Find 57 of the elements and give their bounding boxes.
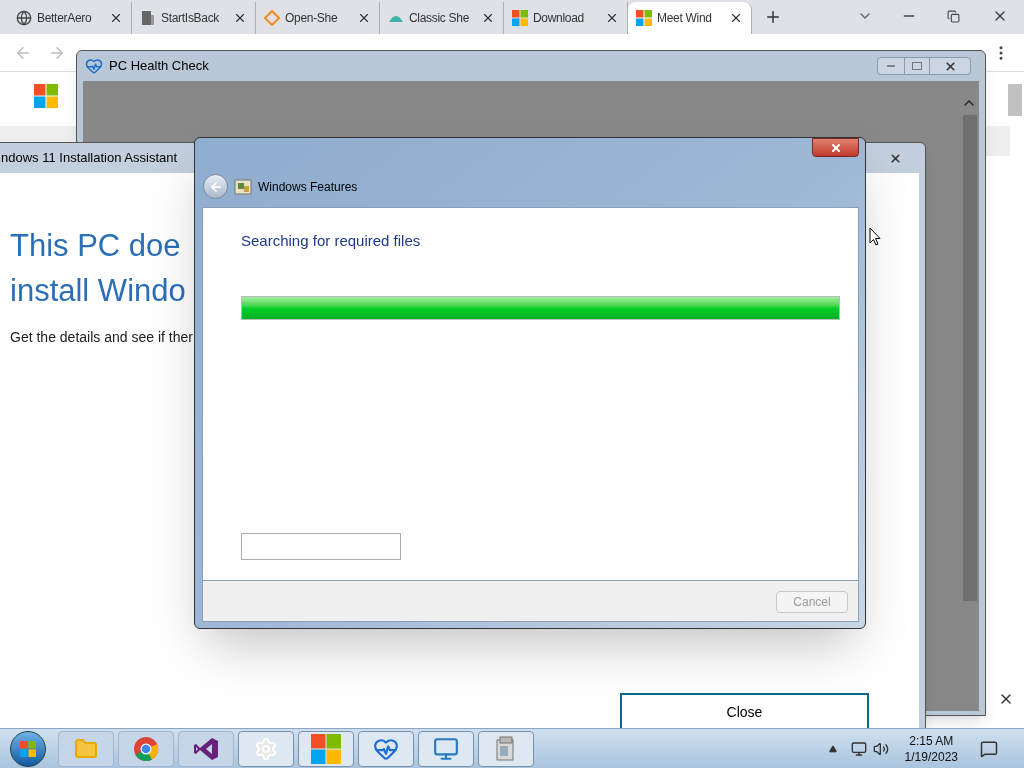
close-icon[interactable]: [357, 11, 371, 25]
close-icon[interactable]: [605, 11, 619, 25]
settings-icon: [254, 736, 278, 761]
close-icon[interactable]: [481, 11, 495, 25]
tab-title: Open-She: [285, 10, 338, 27]
restore-icon[interactable]: [947, 10, 960, 23]
network-icon[interactable]: [850, 740, 867, 757]
close-icon[interactable]: [729, 11, 743, 25]
windows-logo-icon: [512, 10, 528, 26]
tab-title: Download: [533, 10, 584, 27]
windows-logo-icon: [311, 733, 341, 764]
close-icon[interactable]: [812, 138, 859, 157]
globe-icon: [16, 10, 32, 26]
close-button[interactable]: Close: [620, 693, 869, 729]
taskbar-button[interactable]: [118, 730, 174, 767]
clock[interactable]: 2:15 AM 1/19/2023: [904, 732, 958, 765]
tab-title: BetterAero: [37, 10, 92, 27]
diamond-icon: [264, 10, 280, 26]
microsoft-logo-icon: [34, 84, 58, 108]
features-icon: [234, 178, 252, 195]
taskbar-button[interactable]: [358, 730, 414, 767]
page-scrollbar[interactable]: [1008, 84, 1022, 116]
show-hidden-icon[interactable]: [828, 744, 837, 753]
chrome-logo-icon: [133, 735, 159, 762]
window-title: ndows 11 Installation Assistant: [1, 149, 178, 168]
browser-tab[interactable]: Meet Wind: [628, 2, 752, 34]
scrollbar-track[interactable]: [963, 115, 977, 601]
taskbar-button[interactable]: [418, 730, 474, 767]
notification-icon[interactable]: [980, 739, 998, 758]
volume-icon[interactable]: [872, 740, 889, 757]
folder-icon: [74, 736, 98, 761]
taskbar-button[interactable]: [238, 730, 294, 767]
heading-line: This PC doe: [10, 227, 182, 265]
building-icon: [140, 10, 156, 26]
tab-title: Meet Wind: [657, 10, 712, 27]
clock-time: 2:15 AM: [909, 732, 954, 749]
body-text: Get the details and see if ther: [10, 328, 193, 347]
windows-logo-icon: [636, 10, 652, 26]
windows-flag-icon: [20, 740, 36, 757]
text-field[interactable]: [241, 533, 401, 560]
start-button[interactable]: [10, 730, 46, 767]
maximize-icon[interactable]: [904, 58, 930, 74]
heart-pulse-icon: [85, 57, 103, 75]
dialog-title: Windows Features: [258, 178, 358, 196]
back-icon[interactable]: [203, 174, 228, 199]
close-icon[interactable]: [233, 11, 247, 25]
taskbar-button[interactable]: [178, 730, 234, 767]
status-text: Searching for required files: [241, 231, 421, 251]
cursor-icon: [869, 227, 881, 246]
visual-studio-icon: [193, 735, 219, 762]
new-tab-icon[interactable]: [764, 8, 782, 26]
heading-line: install Windo: [10, 272, 187, 310]
tab-title: StartIsBack: [161, 10, 220, 27]
tab-title: Classic She: [409, 10, 470, 27]
clock-date: 1/19/2023: [904, 748, 958, 765]
window-title: PC Health Check: [109, 57, 209, 76]
close-icon[interactable]: [109, 11, 123, 25]
